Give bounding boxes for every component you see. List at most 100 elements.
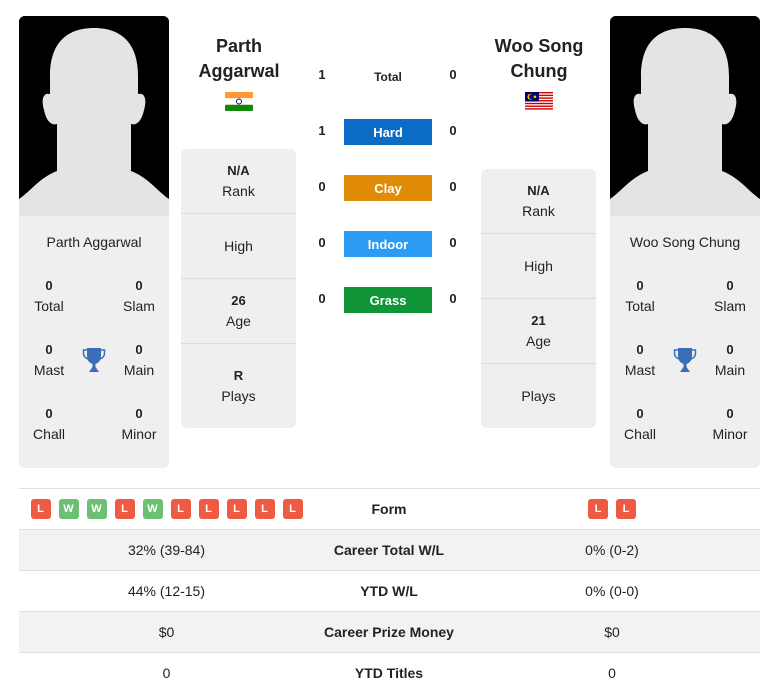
surface-badge-hard: Hard — [344, 119, 432, 145]
label: Minor — [121, 426, 157, 442]
label: Rank — [522, 203, 555, 219]
player2-photo — [610, 16, 760, 216]
value: 0 — [636, 406, 644, 421]
value: 0 — [135, 342, 143, 357]
player1-value: 32% (39-84) — [127, 542, 206, 558]
label: Mast — [33, 362, 65, 378]
row-label: YTD W/L — [360, 583, 418, 599]
player2-value: 0% (0-0) — [585, 583, 639, 599]
label: Slam — [714, 298, 746, 314]
player1-rank: N/A Rank — [181, 149, 296, 214]
h2h-hard-p1: 1 — [318, 123, 326, 138]
value: 0 — [135, 278, 143, 293]
row-label: Career Prize Money — [324, 624, 454, 640]
value: 0 — [45, 406, 53, 421]
value: 0 — [726, 406, 734, 421]
player2-value: 0 — [608, 665, 616, 681]
form-loss-badge: L — [616, 499, 636, 519]
value: N/A — [227, 163, 250, 178]
label: Age — [526, 333, 551, 349]
value: 0 — [726, 342, 734, 357]
player2-age: 21 Age — [481, 299, 596, 364]
value: 0 — [135, 406, 143, 421]
player1-plays: R Plays — [181, 344, 296, 428]
player2-minor-titles: 0 Minor — [700, 404, 760, 444]
comparison-row: $0 Career Prize Money $0 — [19, 611, 760, 652]
player1-value: 44% (12-15) — [127, 583, 206, 599]
player2-titles-card: Woo Song Chung 0 Total 0 Slam 0 Mast 0 M… — [610, 216, 760, 468]
heading-line: Woo Song — [494, 36, 584, 56]
india-flag-icon — [225, 92, 253, 111]
row-label: Career Total W/L — [333, 542, 445, 558]
value: 0 — [45, 278, 53, 293]
form-loss-badge: L — [170, 499, 191, 519]
player2-rank: N/A Rank — [481, 169, 596, 234]
value: 26 — [231, 293, 246, 308]
player2-value: $0 — [604, 624, 620, 640]
player1-photo — [19, 16, 169, 216]
h2h-grass-p2: 0 — [449, 291, 457, 306]
comparison-row: 32% (39-84) Career Total W/L 0% (0-2) — [19, 529, 760, 570]
player2-slam-titles: 0 Slam — [700, 276, 760, 316]
value: 0 — [636, 342, 644, 357]
h2h-indoor-p1: 0 — [318, 235, 326, 250]
label: Total — [625, 298, 655, 314]
value: R — [233, 368, 244, 383]
label: Age — [226, 313, 251, 329]
form-loss-badge: L — [30, 499, 51, 519]
player2-main-titles: 0 Main — [700, 340, 760, 380]
value: N/A — [527, 183, 550, 198]
h2h-clay-p1: 0 — [318, 179, 326, 194]
label: Minor — [712, 426, 748, 442]
trophy-icon — [673, 348, 697, 372]
player1-chall-titles: 0 Chall — [19, 404, 79, 444]
avatar-silhouette-icon — [19, 16, 169, 216]
player1-age: 26 Age — [181, 279, 296, 344]
form-loss-badge: L — [254, 499, 275, 519]
value: 0 — [726, 278, 734, 293]
label: Chall — [624, 426, 656, 442]
player1-minor-titles: 0 Minor — [109, 404, 169, 444]
player2-total-titles: 0 Total — [610, 276, 670, 316]
h2h-total-p1: 1 — [318, 67, 326, 82]
label: Mast — [624, 362, 656, 378]
form-loss-badge: L — [226, 499, 247, 519]
h2h-total-p2: 0 — [449, 67, 457, 82]
h2h-hard-p2: 0 — [449, 123, 457, 138]
player2-name[interactable]: Woo Song Chung — [610, 234, 760, 250]
heading-line: Aggarwal — [198, 61, 280, 81]
player2-value: 0% (0-2) — [585, 542, 639, 558]
label: Slam — [123, 298, 155, 314]
comparison-row: 44% (12-15) YTD W/L 0% (0-0) — [19, 570, 760, 611]
heading-line: Chung — [510, 61, 568, 81]
trophy-icon — [82, 348, 106, 372]
form-loss-badge: L — [114, 499, 135, 519]
heading-line: Parth — [215, 36, 262, 56]
player1-titles-card: Parth Aggarwal 0 Total 0 Slam 0 Mast 0 M… — [19, 216, 169, 468]
form-loss-badge: L — [198, 499, 219, 519]
label: Plays — [221, 388, 256, 404]
player2-heading[interactable]: Woo Song Chung — [474, 34, 604, 84]
form-label: Form — [371, 501, 407, 517]
surface-badge-clay: Clay — [344, 175, 432, 201]
player1-main-titles: 0 Main — [109, 340, 169, 380]
player2-plays: Plays — [481, 364, 596, 428]
value: 21 — [531, 313, 546, 328]
label: Rank — [222, 183, 255, 199]
player1-high: High — [181, 214, 296, 279]
h2h-total-label: Total — [374, 70, 402, 84]
player1-value: $0 — [158, 624, 175, 640]
form-loss-badge: L — [282, 499, 303, 519]
h2h-indoor-p2: 0 — [449, 235, 457, 250]
player1-heading[interactable]: Parth Aggarwal — [174, 34, 304, 84]
avatar-silhouette-icon — [610, 16, 760, 216]
label: Main — [714, 362, 746, 378]
comparison-row: 0 YTD Titles 0 — [19, 652, 760, 693]
player1-name[interactable]: Parth Aggarwal — [19, 234, 169, 250]
malaysia-flag-icon — [525, 92, 553, 111]
label: Main — [123, 362, 155, 378]
player1-mast-titles: 0 Mast — [19, 340, 79, 380]
player2-chall-titles: 0 Chall — [610, 404, 670, 444]
player1-value: 0 — [162, 665, 171, 681]
label: Plays — [521, 388, 556, 404]
